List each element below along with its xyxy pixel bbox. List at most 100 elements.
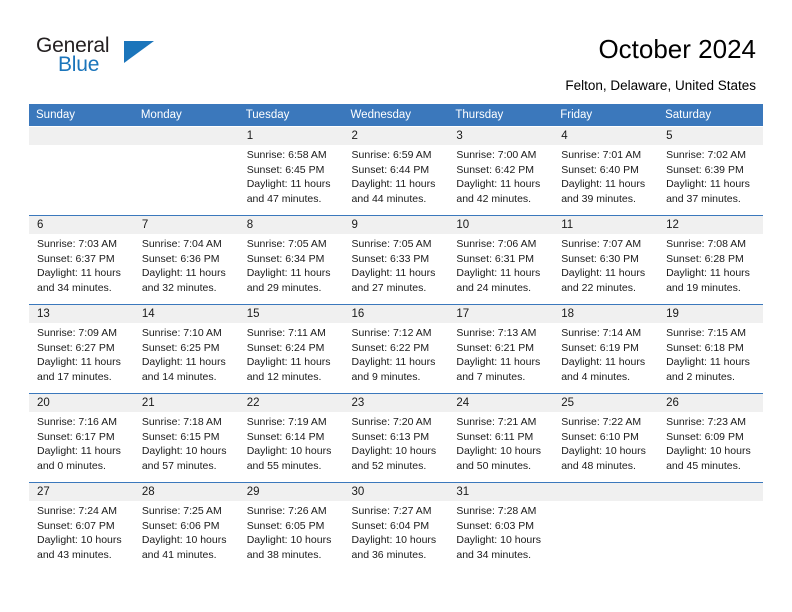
calendar-day-cell[interactable]: 1 Sunrise: 6:58 AM Sunset: 6:45 PM Daylight…	[238, 126, 344, 216]
sunset-time: Sunset: 6:33 PM	[351, 252, 430, 265]
daylight-duration-line1: Daylight: 10 hours	[456, 445, 542, 458]
calendar-day-cell[interactable]: 31 Sunrise: 7:28 AM Sunset: 6:03 PM Dayligh…	[448, 482, 554, 571]
calendar-day-cell[interactable]: 9 Sunrise: 7:05 AM Sunset: 6:33 PM Daylight…	[343, 215, 449, 305]
calendar-day-cell[interactable]: 15 Sunrise: 7:11 AM Sunset: 6:24 PM Dayligh…	[238, 304, 344, 394]
calendar-day-cell[interactable]: 2 Sunrise: 6:59 AM Sunset: 6:44 PM Daylight…	[343, 126, 449, 216]
sunset-time: Sunset: 6:07 PM	[37, 519, 115, 532]
calendar-day-cell[interactable]: 6 Sunrise: 7:03 AM Sunset: 6:37 PM Daylight…	[29, 215, 134, 305]
daylight-duration-line2: and 45 minutes.	[666, 459, 741, 472]
sunrise-time: Sunrise: 6:58 AM	[246, 149, 327, 161]
calendar-week-row: 20 Sunrise: 7:16 AM Sunset: 6:17 PM Dayligh…	[29, 393, 763, 483]
calendar-week-row: 13 Sunrise: 7:09 AM Sunset: 6:27 PM Dayligh…	[29, 304, 763, 394]
calendar-day-cell[interactable]: 12 Sunrise: 7:08 AM Sunset: 6:28 PM Dayligh…	[658, 215, 763, 305]
weekday-header-wednesday: Wednesday	[343, 104, 449, 127]
daylight-duration-line2: and 24 minutes.	[456, 281, 532, 294]
day-number: 25	[553, 394, 659, 412]
sunrise-time: Sunrise: 7:05 AM	[246, 238, 327, 250]
day-number: 15	[238, 305, 344, 323]
daylight-duration-line2: and 22 minutes.	[561, 281, 636, 294]
day-details: Sunrise: 7:19 AM Sunset: 6:14 PM Daylight:…	[239, 412, 344, 473]
day-details: Sunrise: 7:26 AM Sunset: 6:05 PM Daylight:…	[239, 501, 344, 562]
day-number: 14	[133, 305, 239, 323]
daylight-duration-line1: Daylight: 10 hours	[37, 534, 122, 547]
calendar-day-cell[interactable]: 28 Sunrise: 7:25 AM Sunset: 6:06 PM Dayligh…	[133, 482, 239, 571]
day-details: Sunrise: 7:06 AM Sunset: 6:31 PM Daylight:…	[448, 234, 553, 295]
calendar-day-cell[interactable]: 20 Sunrise: 7:16 AM Sunset: 6:17 PM Dayligh…	[29, 393, 134, 483]
day-number: 13	[29, 305, 134, 323]
calendar-day-cell-empty	[133, 126, 239, 216]
sunset-time: Sunset: 6:10 PM	[561, 430, 639, 443]
daylight-duration-line1: Daylight: 11 hours	[246, 178, 331, 191]
day-details: Sunrise: 7:08 AM Sunset: 6:28 PM Daylight:…	[658, 234, 763, 295]
calendar-day-cell[interactable]: 25 Sunrise: 7:22 AM Sunset: 6:10 PM Dayligh…	[553, 393, 659, 483]
day-details: Sunrise: 7:22 AM Sunset: 6:10 PM Daylight:…	[553, 412, 658, 473]
daylight-duration-line2: and 0 minutes.	[37, 459, 106, 472]
calendar-day-cell[interactable]: 23 Sunrise: 7:20 AM Sunset: 6:13 PM Dayligh…	[343, 393, 449, 483]
day-number: 29	[238, 483, 344, 501]
sunrise-time: Sunrise: 7:09 AM	[37, 327, 117, 339]
daylight-duration-line2: and 39 minutes.	[561, 192, 636, 205]
calendar-day-cell[interactable]: 21 Sunrise: 7:18 AM Sunset: 6:15 PM Dayligh…	[133, 393, 239, 483]
day-details: Sunrise: 7:07 AM Sunset: 6:30 PM Daylight:…	[553, 234, 658, 295]
daylight-duration-line2: and 17 minutes.	[37, 370, 112, 383]
day-number: 21	[133, 394, 239, 412]
daylight-duration-line2: and 50 minutes.	[456, 459, 532, 472]
daylight-duration-line1: Daylight: 11 hours	[351, 178, 436, 191]
calendar-day-cell[interactable]: 13 Sunrise: 7:09 AM Sunset: 6:27 PM Dayligh…	[29, 304, 134, 394]
daylight-duration-line2: and 29 minutes.	[246, 281, 322, 294]
calendar-week-row: 27 Sunrise: 7:24 AM Sunset: 6:07 PM Dayligh…	[29, 482, 763, 571]
calendar-day-cell[interactable]: 14 Sunrise: 7:10 AM Sunset: 6:25 PM Dayligh…	[133, 304, 239, 394]
daylight-duration-line2: and 19 minutes.	[666, 281, 741, 294]
calendar-day-cell[interactable]: 10 Sunrise: 7:06 AM Sunset: 6:31 PM Dayligh…	[448, 215, 554, 305]
daylight-duration-line1: Daylight: 11 hours	[666, 267, 750, 280]
calendar-day-cell[interactable]: 8 Sunrise: 7:05 AM Sunset: 6:34 PM Daylight…	[238, 215, 344, 305]
calendar-day-cell[interactable]: 18 Sunrise: 7:14 AM Sunset: 6:19 PM Dayligh…	[553, 304, 659, 394]
calendar-day-cell[interactable]: 4 Sunrise: 7:01 AM Sunset: 6:40 PM Daylight…	[553, 126, 659, 216]
calendar-day-cell[interactable]: 24 Sunrise: 7:21 AM Sunset: 6:11 PM Dayligh…	[448, 393, 554, 483]
sunrise-time: Sunrise: 7:03 AM	[37, 238, 117, 250]
day-details: Sunrise: 7:27 AM Sunset: 6:04 PM Daylight:…	[344, 501, 449, 562]
daylight-duration-line2: and 12 minutes.	[246, 370, 322, 383]
sunrise-time: Sunrise: 7:20 AM	[351, 416, 432, 428]
day-details: Sunrise: 7:13 AM Sunset: 6:21 PM Daylight:…	[448, 323, 553, 384]
sunset-time: Sunset: 6:13 PM	[351, 430, 430, 443]
calendar-day-cell[interactable]: 27 Sunrise: 7:24 AM Sunset: 6:07 PM Dayligh…	[29, 482, 134, 571]
daylight-duration-line1: Daylight: 10 hours	[666, 445, 751, 458]
sunset-time: Sunset: 6:34 PM	[246, 252, 325, 265]
day-number: 5	[658, 127, 763, 145]
calendar-day-cell[interactable]: 7 Sunrise: 7:04 AM Sunset: 6:36 PM Daylight…	[133, 215, 239, 305]
day-number: 11	[553, 216, 659, 234]
day-number: 16	[343, 305, 449, 323]
daylight-duration-line2: and 4 minutes.	[561, 370, 631, 383]
weekday-header-friday: Friday	[553, 104, 659, 127]
day-details: Sunrise: 7:05 AM Sunset: 6:34 PM Daylight:…	[239, 234, 344, 295]
calendar-day-cell[interactable]: 16 Sunrise: 7:12 AM Sunset: 6:22 PM Dayligh…	[343, 304, 449, 394]
sunset-time: Sunset: 6:31 PM	[456, 252, 535, 265]
daylight-duration-line1: Daylight: 11 hours	[561, 178, 646, 191]
calendar-day-cell[interactable]: 17 Sunrise: 7:13 AM Sunset: 6:21 PM Dayligh…	[448, 304, 554, 394]
daylight-duration-line2: and 36 minutes.	[351, 548, 427, 561]
sunrise-time: Sunrise: 7:01 AM	[561, 149, 642, 161]
day-details: Sunrise: 7:28 AM Sunset: 6:03 PM Daylight:…	[448, 501, 553, 562]
day-number: 2	[343, 127, 449, 145]
calendar-day-cell[interactable]: 3 Sunrise: 7:00 AM Sunset: 6:42 PM Daylight…	[448, 126, 554, 216]
calendar-week-row: 1 Sunrise: 6:58 AM Sunset: 6:45 PM Daylight…	[29, 126, 763, 216]
day-details	[29, 145, 134, 148]
sunrise-time: Sunrise: 7:12 AM	[351, 327, 432, 339]
daylight-duration-line1: Daylight: 11 hours	[246, 356, 331, 369]
calendar-day-cell-empty	[553, 482, 659, 571]
daylight-duration-line1: Daylight: 10 hours	[351, 534, 437, 547]
calendar-day-cell[interactable]: 22 Sunrise: 7:19 AM Sunset: 6:14 PM Dayligh…	[238, 393, 344, 483]
daylight-duration-line1: Daylight: 11 hours	[351, 267, 436, 280]
day-number: 20	[29, 394, 134, 412]
calendar-day-cell[interactable]: 19 Sunrise: 7:15 AM Sunset: 6:18 PM Dayligh…	[658, 304, 763, 394]
calendar-day-cell[interactable]: 29 Sunrise: 7:26 AM Sunset: 6:05 PM Dayligh…	[238, 482, 344, 571]
weekday-header-sunday: Sunday	[29, 104, 134, 127]
calendar-day-cell[interactable]: 26 Sunrise: 7:23 AM Sunset: 6:09 PM Dayligh…	[658, 393, 763, 483]
calendar-day-cell[interactable]: 5 Sunrise: 7:02 AM Sunset: 6:39 PM Daylight…	[658, 126, 763, 216]
daylight-duration-line1: Daylight: 10 hours	[456, 534, 542, 547]
day-details: Sunrise: 7:02 AM Sunset: 6:39 PM Daylight:…	[658, 145, 763, 206]
calendar-day-cell[interactable]: 11 Sunrise: 7:07 AM Sunset: 6:30 PM Dayligh…	[553, 215, 659, 305]
daylight-duration-line1: Daylight: 10 hours	[141, 534, 227, 547]
calendar-day-cell[interactable]: 30 Sunrise: 7:27 AM Sunset: 6:04 PM Dayligh…	[343, 482, 449, 571]
